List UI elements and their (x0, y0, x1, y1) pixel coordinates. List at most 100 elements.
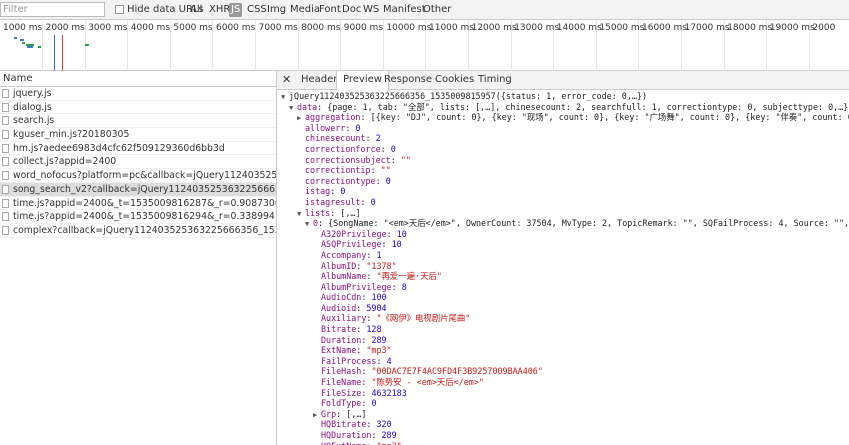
type-filter-doc[interactable]: Doc (340, 3, 363, 17)
json-separator: : (371, 430, 382, 440)
json-key: HQExtName (321, 441, 366, 445)
tab-timing[interactable]: Timing (472, 71, 518, 89)
close-icon[interactable]: ✕ (282, 71, 291, 89)
preview-line: Audioid: 5904 (277, 303, 849, 314)
json-key: FoldType (321, 398, 362, 409)
json-key: data (297, 101, 318, 112)
hide-data-urls-checkbox[interactable] (115, 5, 124, 14)
json-separator: : (360, 112, 371, 123)
preview-line[interactable]: ▶ Grp: [,…] (277, 409, 849, 420)
timeline-tick-label: 18000 ms (727, 23, 773, 33)
expanded-triangle-icon[interactable]: ▼ (297, 209, 305, 220)
name-column-header[interactable]: Name (0, 71, 276, 87)
json-separator: : (361, 377, 372, 388)
timing-marker-line (62, 35, 63, 71)
json-key: ASQPrivilege (321, 239, 382, 250)
waterfall-bar (20, 39, 24, 41)
request-row[interactable]: search.js (0, 114, 276, 129)
file-icon (2, 102, 9, 112)
json-value: 5904 (366, 302, 387, 313)
json-key: Audioid (321, 302, 357, 313)
timeline-tick-label: 13000 ms (514, 23, 560, 33)
json-separator: : (365, 133, 376, 144)
timeline-tick-label: 12000 ms (471, 23, 517, 33)
network-filter-bar: Hide data URLs AllXHRJSCSSImgMediaFontDo… (0, 0, 849, 20)
file-icon (2, 143, 9, 153)
type-filter-js[interactable]: JS (229, 3, 243, 17)
json-key: FileHash (321, 366, 362, 377)
expanded-triangle-icon[interactable]: ▼ (281, 92, 289, 103)
json-separator: : (345, 122, 356, 133)
request-row[interactable]: song_search_v2?callback=jQuery1124035253… (0, 182, 276, 197)
json-separator: : (370, 165, 381, 176)
filter-input[interactable] (0, 2, 105, 17)
preview-line: AlbumID: "1378" (277, 261, 849, 272)
type-filter-font[interactable]: Font (317, 3, 343, 17)
file-icon (2, 212, 9, 222)
request-row[interactable]: dialog.js (0, 101, 276, 115)
preview-line: correctionforce: 0 (277, 144, 849, 155)
file-icon (2, 89, 9, 98)
json-separator: : (361, 292, 372, 303)
expanded-triangle-icon[interactable]: ▼ (289, 103, 297, 114)
json-key: HQDuration (321, 430, 372, 440)
json-key: A320Privilege (321, 228, 387, 239)
json-key: correctiontype (305, 175, 376, 186)
preview-line[interactable]: ▼ lists: [,…] (277, 208, 849, 219)
json-value: 1 (376, 249, 382, 260)
preview-line: chinesecount: 2 (277, 133, 849, 144)
type-filter-all[interactable]: All (188, 3, 204, 17)
timeline-tick-label: 4000 ms (130, 23, 171, 33)
timeline-tick-label: 14000 ms (556, 23, 602, 33)
type-filter-other[interactable]: Other (421, 3, 453, 17)
request-row[interactable]: time.js?appid=2400&_t=1535009816294&_r=0… (0, 210, 276, 224)
preview-tree: ▼ jQuery112403525363225666356_15350098159… (277, 91, 849, 445)
expanded-triangle-icon[interactable]: ▼ (305, 219, 313, 230)
json-value: "mp3" (366, 345, 392, 356)
timeline-tick-label: 1000 ms (3, 23, 43, 33)
json-value: 10 (391, 239, 402, 250)
preview-line[interactable]: ▼ jQuery112403525363225666356_15350098159… (277, 91, 849, 102)
json-key: Accompany (321, 249, 367, 260)
json-value: 8 (401, 281, 407, 292)
json-key: Duration (321, 334, 362, 345)
json-value: jQuery112403525363225666356_153500981595… (289, 91, 647, 101)
json-value: "1378" (366, 260, 397, 271)
preview-line: Auxiliary: "《网伊》电视剧片尾曲" (277, 313, 849, 324)
json-separator: : (361, 387, 372, 398)
json-value: 0 (371, 398, 377, 409)
request-row[interactable]: collect.js?appid=2400 (0, 155, 276, 170)
file-icon (2, 198, 9, 208)
request-row[interactable]: hm.js?aedee6983d4cfc62f509129360d6bb3d (0, 142, 276, 156)
json-value: [{key: "DJ", count: 0}, {key: "现场", coun… (370, 112, 849, 123)
json-key: Grp (321, 408, 337, 419)
json-value: "再爱一遍·天后" (376, 271, 442, 282)
timeline-tick-label: 5000 ms (173, 23, 213, 33)
request-row[interactable]: word_nofocus?platform=pc&callback=jQuery… (0, 169, 276, 183)
preview-line: AudioCdn: 100 (277, 292, 849, 303)
detail-tabs: ✕ Headers Preview Response Cookies Timing (277, 71, 849, 90)
preview-line: Duration: 289 (277, 335, 849, 346)
request-row[interactable]: kguser_min.js?20180305 (0, 128, 276, 142)
preview-line[interactable]: ▶ aggregation: [{key: "DJ", count: 0}, {k… (277, 112, 849, 123)
request-row[interactable]: time.js?appid=2400&_t=1535009816287&_r=0… (0, 197, 276, 211)
json-value: 0 (390, 143, 396, 154)
preview-line[interactable]: ▼ 0: {SongName: "<em>天后</em>", OwnerCount… (277, 218, 849, 229)
type-filter-img[interactable]: Img (265, 3, 288, 17)
request-row[interactable]: complex?callback=jQuery11240352536322566… (0, 224, 276, 238)
waterfall-bar (85, 44, 89, 46)
waterfall-bar (22, 42, 25, 44)
timeline-tick-label: 15000 ms (599, 23, 645, 33)
preview-line: correctiontype: 0 (277, 176, 849, 187)
json-separator: : (361, 366, 372, 377)
request-list: jquery.js dialog.js search.js kguser_min.js… (0, 87, 276, 238)
timeline-tick-label: 10000 ms (386, 23, 432, 33)
request-row[interactable]: jquery.js (0, 87, 276, 101)
type-filter-ws[interactable]: WS (361, 3, 381, 17)
preview-line[interactable]: ▼ data: {page: 1, tab: "全部", lists: [,…],… (277, 102, 849, 113)
json-value: [,…] (346, 408, 367, 419)
preview-line: HQExtName: "mp3" (277, 441, 849, 445)
json-separator: : (366, 419, 377, 430)
json-separator: : (391, 281, 402, 292)
timeline-overview[interactable]: 1000 ms 2000 ms 3000 ms 4000 ms 5000 ms 6000 … (0, 20, 849, 71)
